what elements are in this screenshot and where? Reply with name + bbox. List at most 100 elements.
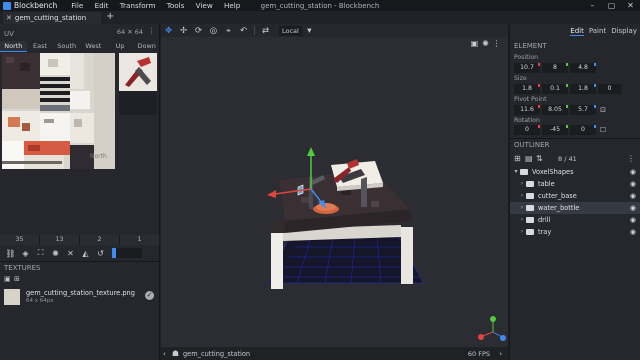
visibility-eye-icon[interactable]: ◉ (630, 168, 636, 176)
pivot-x-input[interactable]: 11.6 (514, 105, 540, 115)
scene-canvas (267, 147, 506, 341)
rotate-tool-icon[interactable]: ⟳ (191, 26, 206, 36)
toolbar-separator (254, 26, 255, 35)
position-y-input[interactable]: 8 (542, 63, 568, 73)
size-y-input[interactable]: 0.1 (542, 84, 568, 94)
texture-item[interactable]: gem_cutting_station_texture.png 64 x 64p… (4, 288, 157, 306)
size-z-input[interactable]: 1.8 (570, 84, 596, 94)
chevron-down-icon[interactable]: ▾ (512, 168, 520, 175)
mode-display[interactable]: Display (611, 27, 637, 36)
paint-bucket-icon[interactable]: ◈ (18, 249, 33, 258)
outliner-item-table[interactable]: › table ◉ (510, 178, 640, 190)
menu-file[interactable]: File (71, 1, 83, 10)
rotation-x-input[interactable]: 0 (514, 125, 540, 135)
rotation-z-input[interactable]: 0 (570, 125, 596, 135)
outliner-panel-title: OUTLINER (510, 138, 640, 150)
menu-help[interactable]: Help (224, 1, 240, 10)
tab-face-north[interactable]: North (0, 41, 27, 52)
visibility-eye-icon[interactable]: ◉ (630, 192, 636, 200)
ground-grid (268, 236, 424, 284)
resize-tool-icon[interactable]: ✢ (176, 26, 191, 36)
tab-face-up[interactable]: Up (107, 41, 134, 52)
outliner-item-drill[interactable]: › drill ◉ (510, 214, 640, 226)
move-tool-icon[interactable]: ✥ (161, 26, 176, 36)
outliner-menu-icon[interactable]: ⋮ (627, 154, 638, 163)
outliner-item-voxelshapes[interactable]: ▾ VoxelShapes ◉ (510, 166, 640, 178)
element-panel-title: ELEMENT (514, 42, 547, 50)
position-x-input[interactable]: 10.7 (514, 63, 540, 73)
chevron-right-icon[interactable]: › (499, 350, 502, 358)
chevron-left-icon[interactable]: ‹ (163, 350, 166, 358)
uv-face-tabs: North East South West Up Down (0, 41, 160, 52)
uv-preview-side (119, 53, 157, 115)
rotation-y-input[interactable]: -45 (542, 125, 568, 135)
add-group-icon[interactable]: ▤ (525, 154, 536, 163)
new-texture-icon[interactable]: ⊞ (14, 275, 24, 285)
tab-gem-cutting-station[interactable]: ✕ gem_cutting_station (3, 12, 101, 24)
vertex-snap-icon[interactable]: ⌖ (221, 26, 236, 36)
menu-transform[interactable]: Transform (120, 1, 156, 10)
viewport-3d[interactable]: ▣ ✺ ⋮ (161, 37, 508, 347)
uv-size-label[interactable]: 64 ✕ 64 (117, 28, 143, 36)
chevron-right-icon[interactable]: › (518, 192, 526, 199)
pivot-z-input[interactable]: 5.7 (570, 105, 596, 115)
pivot-row: 11.6 8.05 5.7 ⊡ (514, 105, 608, 115)
menu-edit[interactable]: Edit (95, 1, 109, 10)
outliner-item-tray[interactable]: › tray ◉ (510, 226, 640, 238)
rescale-checkbox[interactable]: ☐ (598, 125, 608, 135)
outliner-item-cutter-base[interactable]: › cutter_base ◉ (510, 190, 640, 202)
size-x-input[interactable]: 1.8 (514, 84, 540, 94)
visibility-eye-icon[interactable]: ◉ (630, 216, 636, 224)
left-panel: UV 64 ✕ 64 ⋮ North East South West Up Do… (0, 24, 160, 360)
tab-face-down[interactable]: Down (133, 41, 160, 52)
slider-handle[interactable] (112, 248, 116, 258)
visibility-eye-icon[interactable]: ◉ (630, 228, 636, 236)
center-pivot-icon[interactable]: ⊡ (598, 105, 608, 115)
undo-icon[interactable]: ↶ (236, 26, 251, 36)
swap-icon[interactable]: ⇄ (258, 26, 273, 36)
minimize-button[interactable]: – (583, 0, 602, 11)
visibility-eye-icon[interactable]: ◉ (630, 180, 636, 188)
mode-edit[interactable]: Edit (570, 27, 584, 36)
close-window-button[interactable]: ✕ (621, 0, 640, 11)
settings-icon[interactable]: ✺ (48, 249, 63, 258)
outliner-item-water-bottle[interactable]: › water_bottle ◉ (510, 202, 640, 214)
import-texture-icon[interactable]: ▣ (4, 275, 14, 285)
chevron-down-icon[interactable]: ▾ (302, 26, 317, 36)
mode-paint[interactable]: Paint (589, 27, 606, 36)
chevron-right-icon[interactable]: › (518, 216, 526, 223)
tab-face-south[interactable]: South (53, 41, 80, 52)
visibility-eye-icon[interactable]: ◉ (630, 204, 636, 212)
new-tab-button[interactable]: + (106, 11, 114, 22)
mirror-icon[interactable]: ◭ (78, 249, 93, 258)
uv-face-overlay-label: North (90, 153, 107, 160)
menu-tools[interactable]: Tools (167, 1, 185, 10)
link-icon[interactable]: ⛓ (3, 249, 18, 258)
maximize-uv-icon[interactable]: ⛶ (33, 248, 48, 258)
sort-icon[interactable]: ⇅ (536, 154, 547, 163)
pivot-tool-icon[interactable]: ◎ (206, 26, 221, 36)
texture-applied-check-icon[interactable]: ✓ (145, 291, 154, 300)
uv-texture-image (2, 53, 115, 169)
menu-view[interactable]: View (196, 1, 213, 10)
add-cube-icon[interactable]: ⊞ (514, 154, 525, 163)
tab-face-west[interactable]: West (80, 41, 107, 52)
maximize-button[interactable]: ▢ (602, 0, 621, 11)
clear-uv-icon[interactable]: ✕ (63, 249, 78, 258)
pivot-y-input[interactable]: 8.05 (542, 105, 568, 115)
uv-count-bar: 35 13 2 1 (0, 235, 160, 245)
rotate-uv-icon[interactable]: ↺ (93, 249, 108, 258)
uv-texture-canvas[interactable]: North (2, 53, 115, 169)
uv-zoom-slider[interactable] (112, 248, 142, 258)
chevron-right-icon[interactable]: › (518, 180, 526, 187)
app-name: Blockbench (14, 1, 58, 10)
tab-face-east[interactable]: East (27, 41, 54, 52)
inflate-input[interactable]: 0 (598, 84, 621, 94)
chevron-right-icon[interactable]: › (518, 204, 526, 211)
chevron-right-icon[interactable]: › (518, 228, 526, 235)
transform-space-select[interactable]: Local (279, 25, 302, 36)
position-z-input[interactable]: 4.8 (570, 63, 596, 73)
uv-menu-icon[interactable]: ⋮ (148, 27, 155, 35)
close-tab-icon[interactable]: ✕ (6, 14, 12, 22)
tab-label: gem_cutting_station (14, 14, 87, 22)
